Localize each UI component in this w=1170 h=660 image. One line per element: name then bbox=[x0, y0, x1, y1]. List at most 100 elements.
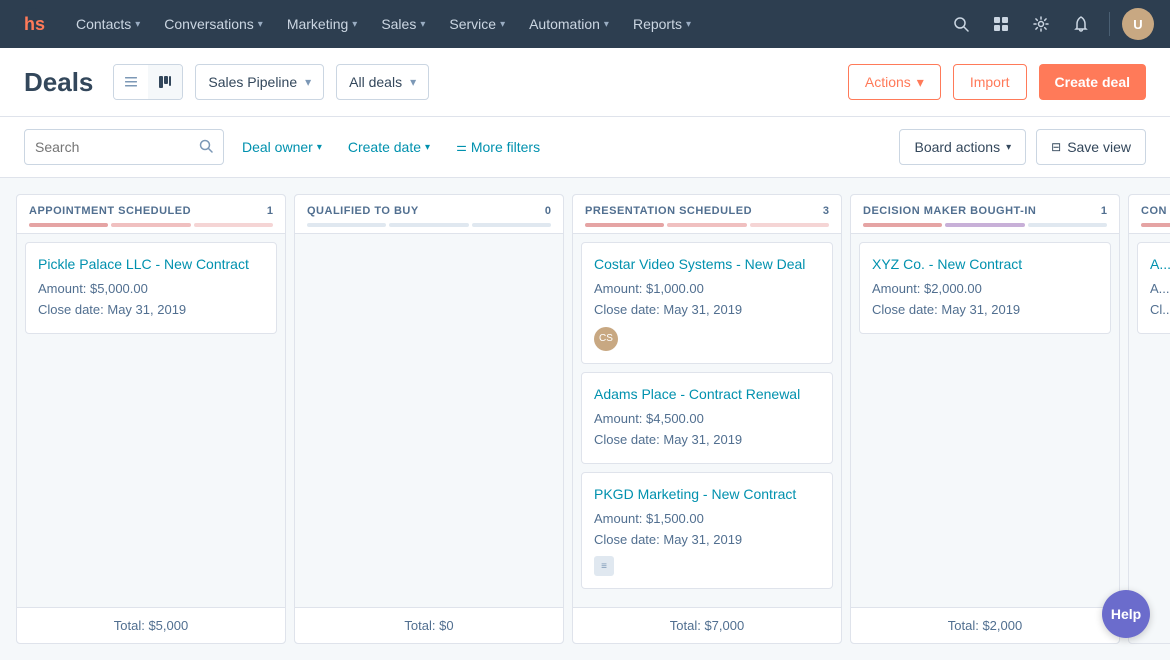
list-view-button[interactable] bbox=[114, 65, 148, 99]
card-icon: ≡ bbox=[594, 556, 614, 576]
progress-bar bbox=[194, 223, 273, 227]
nav-marketing[interactable]: Marketing ▾ bbox=[275, 0, 370, 48]
deal-name[interactable]: Pickle Palace LLC - New Contract bbox=[38, 255, 264, 273]
create-date-filter[interactable]: Create date ▾ bbox=[340, 129, 438, 165]
chevron-down-icon: ▾ bbox=[425, 142, 430, 153]
progress-bar bbox=[1141, 223, 1170, 227]
column-count: 0 bbox=[545, 205, 551, 217]
chevron-down-icon: ▾ bbox=[686, 19, 691, 30]
notifications-icon[interactable] bbox=[1065, 8, 1097, 40]
column-title: DECISION MAKER BOUGHT-IN bbox=[863, 205, 1036, 217]
progress-bar bbox=[945, 223, 1024, 227]
board-view-button[interactable] bbox=[148, 65, 182, 99]
svg-text:hs: hs bbox=[24, 14, 45, 34]
nav-reports[interactable]: Reports ▾ bbox=[621, 0, 703, 48]
chevron-down-icon: ▾ bbox=[500, 19, 505, 30]
deal-owner-filter[interactable]: Deal owner ▾ bbox=[234, 129, 330, 165]
board-column-2: PRESENTATION SCHEDULED 3 Costar Video Sy… bbox=[572, 194, 842, 644]
nav-contacts[interactable]: Contacts ▾ bbox=[64, 0, 152, 48]
progress-bar bbox=[667, 223, 746, 227]
search-icon[interactable] bbox=[945, 8, 977, 40]
user-avatar[interactable]: U bbox=[1122, 8, 1154, 40]
settings-icon[interactable] bbox=[1025, 8, 1057, 40]
deal-name[interactable]: Costar Video Systems - New Deal bbox=[594, 255, 820, 273]
nav-right-icons: U bbox=[945, 8, 1154, 40]
progress-bar bbox=[750, 223, 829, 227]
marketplace-icon[interactable] bbox=[985, 8, 1017, 40]
filter-icon: ⚌ bbox=[456, 140, 467, 154]
nav-conversations[interactable]: Conversations ▾ bbox=[152, 0, 275, 48]
column-cards: Costar Video Systems - New Deal Amount: … bbox=[573, 234, 841, 607]
more-filters-button[interactable]: ⚌ More filters bbox=[448, 129, 548, 165]
column-total: Total: $5,000 bbox=[17, 607, 285, 643]
help-button[interactable]: Help bbox=[1102, 590, 1150, 638]
deal-card[interactable]: Adams Place - Contract Renewal Amount: $… bbox=[581, 372, 833, 464]
column-title: QUALIFIED TO BUY bbox=[307, 205, 419, 217]
column-cards: XYZ Co. - New Contract Amount: $2,000.00… bbox=[851, 234, 1119, 607]
board-column-1: QUALIFIED TO BUY 0 Total: $0 bbox=[294, 194, 564, 644]
partial-column-cards: A... A... Cl... bbox=[1129, 234, 1170, 643]
hubspot-logo[interactable]: hs bbox=[16, 8, 48, 40]
deal-name[interactable]: A... bbox=[1150, 255, 1170, 273]
deals-filter-label: All deals bbox=[349, 74, 402, 90]
import-button[interactable]: Import bbox=[953, 64, 1027, 100]
column-progress bbox=[863, 223, 1107, 227]
column-progress bbox=[307, 223, 551, 227]
filter-bar: Deal owner ▾ Create date ▾ ⚌ More filter… bbox=[0, 117, 1170, 178]
deal-card[interactable]: A... A... Cl... bbox=[1137, 242, 1170, 334]
chevron-down-icon: ▾ bbox=[1006, 142, 1011, 153]
deal-name[interactable]: PKGD Marketing - New Contract bbox=[594, 485, 820, 503]
deal-amount: Amount: $4,500.00 bbox=[594, 409, 820, 430]
column-count: 3 bbox=[823, 205, 829, 217]
deal-card[interactable]: Pickle Palace LLC - New Contract Amount:… bbox=[25, 242, 277, 334]
column-total: Total: $7,000 bbox=[573, 607, 841, 643]
create-deal-button[interactable]: Create deal bbox=[1039, 64, 1146, 100]
deal-card[interactable]: Costar Video Systems - New Deal Amount: … bbox=[581, 242, 833, 364]
chevron-down-icon: ▾ bbox=[135, 19, 140, 30]
nav-service[interactable]: Service ▾ bbox=[437, 0, 517, 48]
deal-name[interactable]: XYZ Co. - New Contract bbox=[872, 255, 1098, 273]
nav-sales[interactable]: Sales ▾ bbox=[369, 0, 437, 48]
deals-filter-selector[interactable]: All deals ▾ bbox=[336, 64, 429, 100]
column-cards bbox=[295, 234, 563, 607]
nav-automation[interactable]: Automation ▾ bbox=[517, 0, 621, 48]
pipeline-label: Sales Pipeline bbox=[208, 74, 297, 90]
deal-avatar: CS bbox=[594, 327, 618, 351]
deal-close-date: Close date: May 31, 2019 bbox=[594, 430, 820, 451]
deal-close-date: Close date: May 31, 2019 bbox=[38, 300, 264, 321]
column-progress bbox=[29, 223, 273, 227]
partial-column-progress bbox=[1141, 223, 1170, 227]
search-box[interactable] bbox=[24, 129, 224, 165]
deal-close-date: Close date: May 31, 2019 bbox=[594, 300, 820, 321]
deal-name[interactable]: Adams Place - Contract Renewal bbox=[594, 385, 820, 403]
progress-bar bbox=[472, 223, 551, 227]
nav-menu: Contacts ▾ Conversations ▾ Marketing ▾ S… bbox=[64, 0, 945, 48]
chevron-down-icon: ▾ bbox=[917, 74, 924, 91]
board-actions-button[interactable]: Board actions ▾ bbox=[899, 129, 1026, 165]
deal-card[interactable]: XYZ Co. - New Contract Amount: $2,000.00… bbox=[859, 242, 1111, 334]
top-navigation: hs Contacts ▾ Conversations ▾ Marketing … bbox=[0, 0, 1170, 48]
bookmark-icon: ⊟ bbox=[1051, 140, 1061, 154]
chevron-down-icon: ▾ bbox=[305, 75, 311, 89]
column-cards: Pickle Palace LLC - New Contract Amount:… bbox=[17, 234, 285, 607]
view-toggle bbox=[113, 64, 183, 100]
board-column-0: APPOINTMENT SCHEDULED 1 Pickle Palace LL… bbox=[16, 194, 286, 644]
nav-divider bbox=[1109, 12, 1110, 36]
column-count: 1 bbox=[267, 205, 273, 217]
chevron-down-icon: ▾ bbox=[604, 19, 609, 30]
progress-bar bbox=[307, 223, 386, 227]
deal-close-date: Cl... bbox=[1150, 300, 1170, 321]
page-title: Deals bbox=[24, 67, 93, 98]
kanban-board: APPOINTMENT SCHEDULED 1 Pickle Palace LL… bbox=[0, 178, 1170, 660]
partial-column-title: CON bbox=[1141, 205, 1167, 217]
column-header: QUALIFIED TO BUY 0 bbox=[295, 195, 563, 234]
actions-button[interactable]: Actions ▾ bbox=[848, 64, 941, 100]
pipeline-selector[interactable]: Sales Pipeline ▾ bbox=[195, 64, 324, 100]
search-input[interactable] bbox=[35, 139, 191, 155]
deal-card[interactable]: PKGD Marketing - New Contract Amount: $1… bbox=[581, 472, 833, 590]
progress-bar bbox=[1028, 223, 1107, 227]
deal-amount: Amount: $1,000.00 bbox=[594, 279, 820, 300]
deal-close-date: Close date: May 31, 2019 bbox=[872, 300, 1098, 321]
page-header: Deals Sales Pipeline ▾ All deals ▾ Actio… bbox=[0, 48, 1170, 117]
save-view-button[interactable]: ⊟ Save view bbox=[1036, 129, 1146, 165]
